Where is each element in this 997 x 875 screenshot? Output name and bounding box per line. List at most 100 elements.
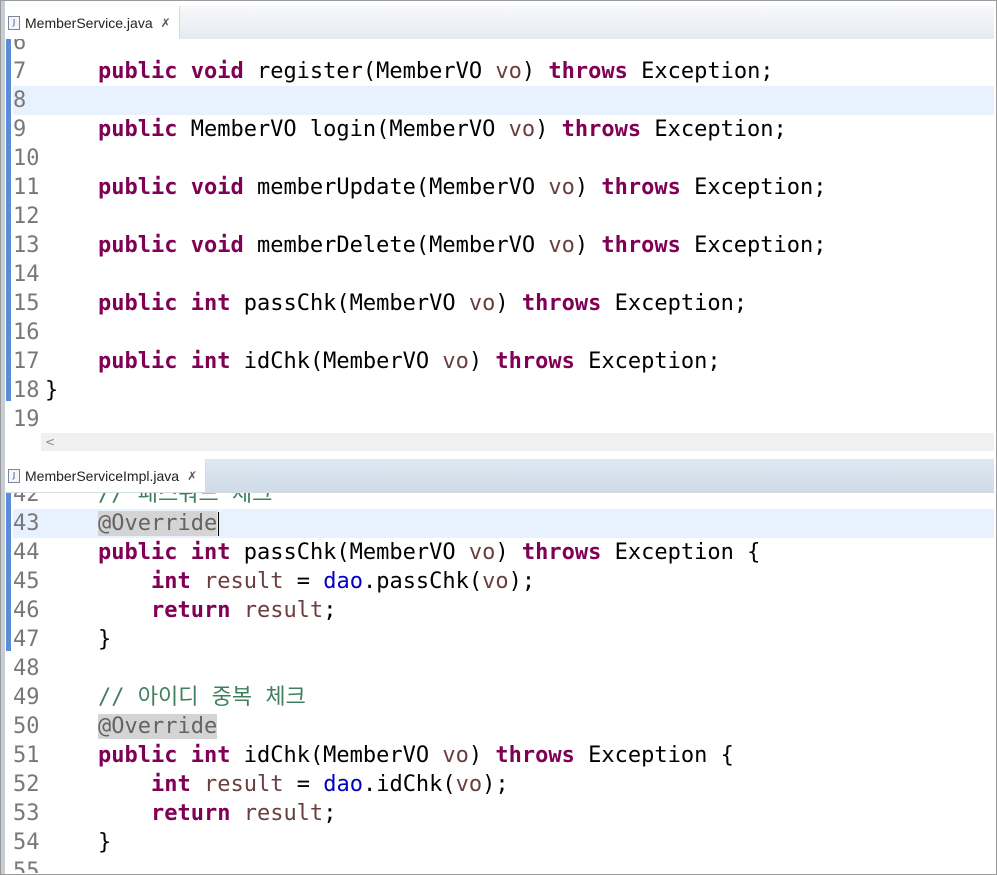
code-line[interactable]: 12 xyxy=(13,202,994,231)
code-token: = xyxy=(283,772,324,797)
code-token: void xyxy=(190,175,244,200)
code-token: ; xyxy=(323,598,337,623)
code-text: public void memberUpdate(MemberVO vo) th… xyxy=(45,173,827,202)
close-icon[interactable]: ✗ xyxy=(187,469,197,483)
tab-label: MemberServiceImpl.java xyxy=(25,467,180,484)
code-line[interactable]: 48 xyxy=(13,654,994,683)
code-line[interactable]: 6 xyxy=(13,39,994,57)
java-file-icon: J xyxy=(8,15,20,30)
code-token: @Override xyxy=(97,511,218,536)
code-line[interactable]: 42 // 패스워드 체크 xyxy=(13,493,994,509)
code-token: public xyxy=(97,175,178,200)
line-number: 42 xyxy=(13,493,40,507)
code-line[interactable]: 13 public void memberDelete(MemberVO vo)… xyxy=(13,231,994,260)
code-token: vo xyxy=(468,291,496,316)
code-line[interactable]: 52 int result = dao.idChk(vo); xyxy=(13,770,994,799)
code-text: int result = dao.idChk(vo); xyxy=(45,770,509,799)
code-line[interactable]: 46 return result; xyxy=(13,596,994,625)
line-number: 51 xyxy=(13,743,40,768)
line-number: 12 xyxy=(13,204,40,229)
code-token: public xyxy=(97,59,178,84)
bottom-code-editor[interactable]: 42 // 패스워드 체크 43 @Override 44 public int p… xyxy=(5,493,994,873)
code-text: @Override xyxy=(45,509,220,538)
change-ruler xyxy=(5,39,12,435)
code-token: public xyxy=(97,349,178,374)
tab-member-service-impl[interactable]: J MemberServiceImpl.java ✗ xyxy=(5,459,207,492)
code-token: vo xyxy=(468,540,496,565)
code-token: throws xyxy=(561,117,642,142)
line-number: 18 xyxy=(13,378,40,403)
change-marker xyxy=(6,39,11,401)
code-token: ) xyxy=(521,59,549,84)
code-line[interactable]: 15 public int passChk(MemberVO vo) throw… xyxy=(13,289,994,318)
line-number: 6 xyxy=(13,39,27,55)
line-number: 15 xyxy=(13,291,40,316)
code-line[interactable]: 8 xyxy=(13,86,994,115)
code-line[interactable]: 50 @Override xyxy=(13,712,994,741)
code-text: } xyxy=(45,625,111,654)
code-line[interactable]: 53 return result; xyxy=(13,799,994,828)
close-icon[interactable]: ✗ xyxy=(161,16,171,30)
code-token: = xyxy=(283,569,324,594)
code-token: Exception; xyxy=(680,175,827,200)
top-code-editor[interactable]: 6 7 public void register(MemberVO vo) thr… xyxy=(5,39,994,435)
code-token: void xyxy=(190,233,244,258)
code-line[interactable]: 16 xyxy=(13,318,994,347)
code-line[interactable]: 18} xyxy=(13,376,994,405)
code-line[interactable]: 9 public MemberVO login(MemberVO vo) thr… xyxy=(13,115,994,144)
code-token: ) xyxy=(495,540,522,565)
code-line[interactable]: 45 int result = dao.passChk(vo); xyxy=(13,567,994,596)
code-token: result xyxy=(243,598,324,623)
code-text: @Override xyxy=(45,712,218,741)
top-tab-bar: J MemberService.java ✗ xyxy=(5,6,994,40)
code-token: idChk(MemberVO xyxy=(230,349,443,374)
code-line[interactable]: 10 xyxy=(13,144,994,173)
code-token: throws xyxy=(548,59,628,84)
scroll-left-icon[interactable]: < xyxy=(45,435,55,449)
code-line[interactable]: 44 public int passChk(MemberVO vo) throw… xyxy=(13,538,994,567)
code-token: ); xyxy=(508,569,536,594)
code-line[interactable]: 17 public int idChk(MemberVO vo) throws … xyxy=(13,347,994,376)
code-line[interactable]: 49 // 아이디 중복 체크 xyxy=(13,683,994,712)
line-number: 45 xyxy=(13,569,40,594)
code-token: int xyxy=(190,743,231,768)
code-token: result xyxy=(243,801,324,826)
code-token: ) xyxy=(468,349,496,374)
code-line[interactable]: 19 xyxy=(13,405,994,434)
code-token: throws xyxy=(601,233,681,258)
ide-window: J MemberService.java ✗ 6 7 public void re… xyxy=(0,0,997,875)
horizontal-scrollbar[interactable]: < xyxy=(41,433,994,451)
code-token: result xyxy=(203,772,284,797)
code-line[interactable]: 55 xyxy=(13,857,994,873)
tab-member-service[interactable]: J MemberService.java ✗ xyxy=(5,6,180,39)
code-line[interactable]: 11 public void memberUpdate(MemberVO vo)… xyxy=(13,173,994,202)
code-line[interactable]: 47 } xyxy=(13,625,994,654)
code-line[interactable]: 14 xyxy=(13,260,994,289)
code-text: // 아이디 중복 체크 xyxy=(45,683,306,712)
code-token: throws xyxy=(495,349,575,374)
code-line[interactable]: 43 @Override xyxy=(13,509,994,538)
code-token: int xyxy=(150,772,191,797)
code-line[interactable]: 7 public void register(MemberVO vo) thro… xyxy=(13,57,994,86)
line-number: 49 xyxy=(13,685,40,710)
code-line[interactable]: 54 } xyxy=(13,828,994,857)
code-token: throws xyxy=(521,291,602,316)
code-line[interactable]: 51 public int idChk(MemberVO vo) throws … xyxy=(13,741,994,770)
code-token: Exception; xyxy=(641,117,787,142)
code-token: vo xyxy=(508,117,536,142)
code-text: public int passChk(MemberVO vo) throws E… xyxy=(45,538,760,567)
code-text: public MemberVO login(MemberVO vo) throw… xyxy=(45,115,787,144)
change-marker xyxy=(6,493,11,651)
